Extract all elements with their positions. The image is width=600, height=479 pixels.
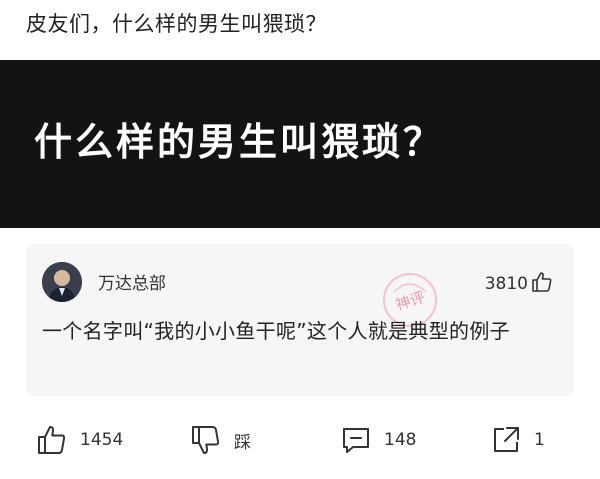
share-count: 1 bbox=[534, 430, 545, 450]
dislike-button[interactable]: 踩 bbox=[190, 422, 251, 458]
god-comment-card[interactable]: 万达总部 神评 3810 一个名字叫“我的小小鱼干呢”这个人就是典型的例子 bbox=[26, 244, 574, 396]
thumbs-down-icon bbox=[192, 426, 220, 454]
banner-title: 什么样的男生叫猥琐？ bbox=[34, 120, 445, 164]
comment-button[interactable]: 148 bbox=[340, 422, 416, 458]
comment-username[interactable]: 万达总部 bbox=[98, 272, 166, 296]
comment-bubble-icon bbox=[343, 428, 369, 453]
thumbs-up-icon bbox=[38, 426, 66, 454]
like-button[interactable]: 1454 bbox=[36, 422, 123, 458]
avatar[interactable] bbox=[42, 262, 82, 302]
thumbs-up-icon[interactable] bbox=[530, 270, 554, 294]
comment-count: 148 bbox=[384, 430, 417, 450]
post-banner-image[interactable]: 什么样的男生叫猥琐？ bbox=[0, 60, 600, 228]
post-question: 皮友们，什么样的男生叫猥琐？ bbox=[26, 12, 327, 36]
share-icon bbox=[494, 427, 519, 452]
comment-like-count: 3810 bbox=[484, 274, 528, 294]
comment-text: 一个名字叫“我的小小鱼干呢”这个人就是典型的例子 bbox=[42, 319, 510, 343]
like-count: 1454 bbox=[80, 430, 124, 450]
dislike-label: 踩 bbox=[234, 432, 251, 453]
share-button[interactable]: 1 bbox=[490, 422, 545, 458]
badge-text: 神评 bbox=[393, 288, 427, 314]
